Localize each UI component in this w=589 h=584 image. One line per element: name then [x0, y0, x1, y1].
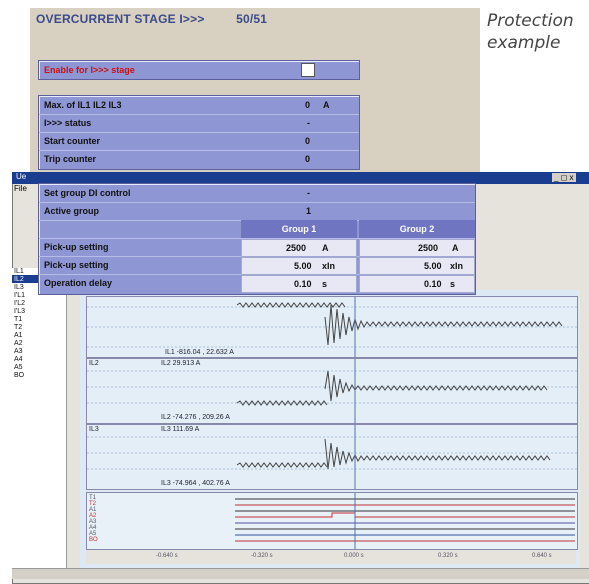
- stage-title-text: OVERCURRENT STAGE I>>>: [36, 12, 205, 26]
- window-title: Ue: [16, 172, 27, 181]
- cell-value: 0.10: [424, 279, 442, 289]
- settings-label: Operation delay: [44, 278, 113, 288]
- trace-readout: IL1 -816.04 , 22.632 A: [165, 349, 234, 356]
- group1-pickup-a-field[interactable]: 2500 A: [241, 239, 357, 257]
- signal-item[interactable]: A2: [14, 340, 23, 347]
- group2-header: Group 2: [359, 220, 475, 238]
- time-tick: 0.640 s: [532, 553, 552, 559]
- cell-unit: xIn: [450, 261, 464, 271]
- time-tick: -0.640 s: [156, 553, 178, 559]
- signal-item[interactable]: A3: [14, 348, 23, 355]
- trace-readout-2: IL3 -74.964 , 402.76 A: [161, 480, 230, 487]
- caption: Protection example: [487, 10, 574, 54]
- menu-file[interactable]: File: [14, 184, 27, 193]
- horizontal-scrollbar[interactable]: [12, 568, 589, 579]
- trace-il1[interactable]: IL1 -816.04 , 22.632 A: [86, 296, 578, 358]
- trace-name: IL3: [89, 426, 99, 433]
- status-value: -: [307, 118, 310, 128]
- settings-row: Pick-up setting 5.00 xIn 5.00 xIn: [39, 256, 475, 275]
- settings-box: Set group DI control - Active group 1 Gr…: [38, 183, 476, 295]
- cell-unit: xIn: [322, 261, 336, 271]
- trace-readout: IL2 29.913 A: [161, 360, 201, 367]
- enable-row: Enable for I>>> stage: [38, 60, 360, 80]
- settings-label: Active group: [44, 206, 100, 216]
- cell-unit: A: [322, 243, 329, 253]
- enable-row-inner: Enable for I>>> stage: [39, 61, 359, 79]
- signal-item[interactable]: BO: [14, 372, 24, 379]
- cell-unit: s: [450, 279, 456, 289]
- status-unit: A: [323, 100, 330, 110]
- settings-value: 1: [306, 206, 312, 216]
- status-label: Max. of IL1 IL2 IL3: [44, 100, 122, 110]
- signal-item[interactable]: A1: [14, 332, 23, 339]
- group2-pickup-xin-field[interactable]: 5.00 xIn: [359, 257, 475, 275]
- group1-delay-field[interactable]: 0.10 s: [241, 275, 357, 293]
- digital-traces: [235, 493, 575, 549]
- status-label: Trip counter: [44, 154, 97, 164]
- cell-value: 5.00: [294, 261, 312, 271]
- status-row-start: Start counter 0: [39, 132, 359, 151]
- settings-label: Set group DI control: [44, 188, 131, 198]
- cell-value: 5.00: [424, 261, 442, 271]
- signal-item[interactable]: A5: [14, 364, 23, 371]
- caption-line-2: example: [487, 33, 561, 53]
- cell-value: 2500: [286, 243, 307, 253]
- stage-title: OVERCURRENT STAGE I>>> 50/51: [36, 12, 267, 26]
- signal-item[interactable]: A4: [14, 356, 23, 363]
- cell-value: 2500: [418, 243, 439, 253]
- signal-item[interactable]: I'L1: [14, 292, 25, 299]
- digital-channels[interactable]: T1 T2 A1 A2 A3 A4 A5 BO: [86, 492, 578, 550]
- signal-item[interactable]: T2: [14, 324, 22, 331]
- cell-unit: A: [452, 243, 459, 253]
- trace-name: IL2: [89, 360, 99, 367]
- trace-il2[interactable]: IL2 IL2 29.913 A IL2 -74.276 , 209.26 A: [86, 358, 578, 424]
- signal-item[interactable]: I'L2: [14, 300, 25, 307]
- signal-item[interactable]: I'L3: [14, 308, 25, 315]
- enable-checkbox[interactable]: [301, 63, 315, 77]
- status-row-max: Max. of IL1 IL2 IL3 0 A: [39, 96, 359, 115]
- status-row-trip: Trip counter 0: [39, 150, 359, 168]
- stage-code: 50/51: [236, 12, 268, 26]
- trace-il3[interactable]: IL3 IL3 111.69 A IL3 -74.964 , 402.76 A: [86, 424, 578, 490]
- window-controls[interactable]: _ ◻ x: [552, 173, 576, 182]
- signal-item[interactable]: IL3: [14, 284, 24, 291]
- settings-label: Pick-up setting: [44, 242, 109, 252]
- trace-il1-wave: [87, 297, 577, 357]
- settings-row: Pick-up setting 2500 A 2500 A: [39, 238, 475, 257]
- group1-pickup-xin-field[interactable]: 5.00 xIn: [241, 257, 357, 275]
- cell-value: 0.10: [294, 279, 312, 289]
- settings-row-di: Set group DI control -: [39, 184, 475, 203]
- group1-header: Group 1: [241, 220, 357, 238]
- status-label: I>>> status: [44, 118, 92, 128]
- settings-row-active: Active group 1: [39, 202, 475, 221]
- settings-row: Operation delay 0.10 s 0.10 s: [39, 274, 475, 293]
- status-box: Max. of IL1 IL2 IL3 0 A I>>> status - St…: [38, 95, 360, 170]
- status-value: 0: [305, 154, 311, 164]
- status-value: 0: [305, 100, 311, 110]
- trace-readout-2: IL2 -74.276 , 209.26 A: [161, 414, 230, 421]
- time-tick: -0.320 s: [251, 553, 273, 559]
- enable-label: Enable for I>>> stage: [44, 65, 135, 75]
- settings-label: Pick-up setting: [44, 260, 109, 270]
- group2-delay-field[interactable]: 0.10 s: [359, 275, 475, 293]
- signal-item[interactable]: IL2: [14, 276, 24, 283]
- trace-readout: IL3 111.69 A: [161, 426, 200, 433]
- status-label: Start counter: [44, 136, 101, 146]
- settings-value: -: [307, 188, 310, 198]
- caption-line-1: Protection: [487, 11, 574, 31]
- status-row-status: I>>> status -: [39, 114, 359, 133]
- time-axis: -0.640 s -0.320 s 0.000 s 0.320 s 0.640 …: [86, 550, 576, 564]
- status-value: 0: [305, 136, 311, 146]
- settings-header-row: Group 1 Group 2: [39, 220, 475, 239]
- time-tick: 0.000 s: [344, 553, 364, 559]
- time-tick: 0.320 s: [438, 553, 458, 559]
- group2-pickup-a-field[interactable]: 2500 A: [359, 239, 475, 257]
- signal-item[interactable]: IL1: [14, 268, 24, 275]
- digital-label: BO: [89, 537, 98, 543]
- cell-unit: s: [322, 279, 328, 289]
- signal-item[interactable]: T1: [14, 316, 22, 323]
